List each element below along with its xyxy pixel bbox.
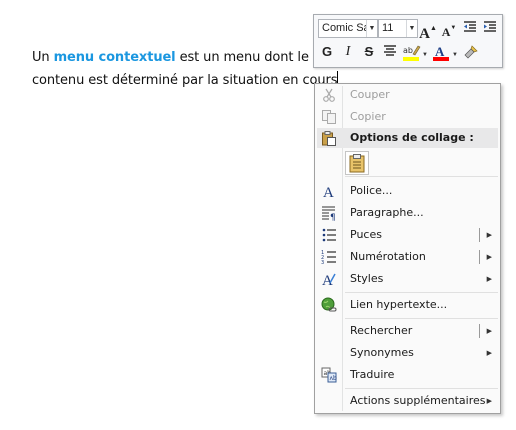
shrink-font-icon[interactable]: A▼ <box>440 19 458 39</box>
menu-separator <box>345 318 498 319</box>
menu-separator <box>345 176 498 177</box>
hyperlink-globe-icon <box>321 297 337 313</box>
menu-item-cut[interactable]: Couper <box>317 84 498 106</box>
submenu-arrow-icon[interactable]: ▶ <box>487 342 492 364</box>
svg-text:ab: ab <box>403 46 413 55</box>
menu-item-more-actions[interactable]: Actions supplémentaires ▶ <box>317 390 498 412</box>
mini-toolbar: Comic Sa ▼ 11 ▼ A▲ A▼ G I S ab ▼ A ▼ <box>313 14 503 68</box>
translate-icon: ab ʌb <box>321 367 337 383</box>
menu-item-bullets[interactable]: Puces ▶ <box>317 224 498 246</box>
document-line-2: contenu est déterminé par la situation e… <box>32 71 339 88</box>
svg-text:A: A <box>323 185 334 199</box>
highlight-color-button[interactable]: ab ▼ <box>402 43 428 61</box>
submenu-arrow-icon[interactable]: ▶ <box>487 268 492 290</box>
bullets-icon <box>321 227 337 243</box>
svg-text:ʌb: ʌb <box>330 375 338 382</box>
increase-indent-icon[interactable] <box>481 19 499 37</box>
menu-separator <box>345 292 498 293</box>
copy-icon <box>321 109 337 125</box>
chevron-down-icon[interactable]: ▼ <box>366 20 377 37</box>
svg-text:A: A <box>435 44 445 59</box>
paste-icon <box>321 130 337 146</box>
font-name-combo[interactable]: Comic Sa ▼ <box>318 19 378 38</box>
font-color-button[interactable]: A ▼ <box>432 43 458 61</box>
menu-item-paragraph[interactable]: ¶ Paragraphe... <box>317 202 498 224</box>
bold-button[interactable]: G <box>318 43 336 61</box>
menu-item-synonyms[interactable]: Synonymes ▶ <box>317 342 498 364</box>
document-body[interactable]: Un menu contextuel est un menu dont le c… <box>32 46 339 92</box>
menu-item-copy[interactable]: Copier <box>317 106 498 128</box>
menu-item-hyperlink[interactable]: Lien hypertexte... <box>317 294 498 316</box>
paste-options-header: Options de collage : <box>317 128 498 148</box>
paragraph-icon: ¶ <box>321 205 337 223</box>
highlighted-term: menu contextuel <box>53 50 176 65</box>
font-icon: A <box>321 183 337 201</box>
svg-text:▼: ▼ <box>452 52 458 58</box>
submenu-arrow-icon[interactable]: ▶ <box>487 390 492 412</box>
menu-item-numbering[interactable]: 123 Numérotation ▶ <box>317 246 498 268</box>
keep-text-only-paste-button[interactable] <box>345 151 369 175</box>
svg-text:¶: ¶ <box>330 213 336 221</box>
menu-item-styles[interactable]: A Styles ▶ <box>317 268 498 290</box>
format-painter-icon[interactable] <box>462 43 480 61</box>
menu-item-search[interactable]: Rechercher ▶ <box>317 320 498 342</box>
menu-separator <box>345 388 498 389</box>
menu-item-translate[interactable]: ab ʌb Traduire <box>317 364 498 386</box>
svg-text:3: 3 <box>321 260 324 265</box>
decrease-indent-icon[interactable] <box>461 19 479 37</box>
center-align-icon[interactable] <box>381 43 399 61</box>
split-divider <box>479 250 480 264</box>
grow-font-icon[interactable]: A▲ <box>419 19 437 42</box>
context-menu: Couper Copier Options de collage : A Pol… <box>314 83 501 414</box>
italic-button[interactable]: I <box>339 43 357 61</box>
menu-item-font[interactable]: A Police... <box>317 180 498 202</box>
numbering-icon: 123 <box>321 249 337 266</box>
styles-icon: A <box>321 271 337 289</box>
font-size-combo[interactable]: 11 ▼ <box>378 19 418 38</box>
svg-text:▼: ▼ <box>422 52 428 58</box>
submenu-arrow-icon[interactable]: ▶ <box>487 246 492 268</box>
scissors-icon <box>321 87 337 103</box>
chevron-down-icon[interactable]: ▼ <box>406 20 417 37</box>
document-line-1: Un menu contextuel est un menu dont le <box>32 50 309 65</box>
split-divider <box>479 324 480 338</box>
submenu-arrow-icon[interactable]: ▶ <box>487 224 492 246</box>
strikethrough-button[interactable]: S <box>360 43 378 61</box>
submenu-arrow-icon[interactable]: ▶ <box>487 320 492 342</box>
split-divider <box>479 228 480 242</box>
